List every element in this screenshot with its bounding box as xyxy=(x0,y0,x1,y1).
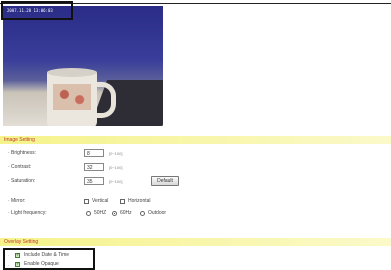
freq-outdoor-label: Outdoor xyxy=(148,210,167,216)
enable-opaque-checkbox[interactable] xyxy=(15,261,20,267)
mug-rim xyxy=(47,68,97,77)
include-datetime-label: Include Date & Time xyxy=(24,252,70,258)
image-setting-header: Image Setting xyxy=(0,136,391,144)
include-datetime-checkbox[interactable] xyxy=(15,252,20,258)
vertical-checkbox[interactable] xyxy=(84,199,89,204)
freq-50hz-label: 50HZ xyxy=(94,210,107,216)
mug-print xyxy=(53,84,91,110)
default-button[interactable]: Default xyxy=(151,176,179,186)
brightness-input[interactable]: 8 xyxy=(84,149,104,157)
horizontal-checkbox[interactable] xyxy=(120,199,125,204)
freq-60hz-radio[interactable] xyxy=(112,211,117,216)
contrast-label: · Contrast: xyxy=(8,164,32,170)
freq-50hz-radio[interactable] xyxy=(86,211,91,216)
bullet-1: · xyxy=(8,253,10,259)
contrast-input[interactable]: 32 xyxy=(84,163,104,171)
image-setting-title: Image Setting xyxy=(4,137,35,143)
brightness-label: · Brightness: xyxy=(8,150,37,156)
vertical-label: Vertical xyxy=(92,198,109,204)
overlay-setting-header: Overlay Setting xyxy=(0,238,391,246)
saturation-hint: [0~100] xyxy=(109,179,123,184)
horizontal-label: Horizontal xyxy=(128,198,151,204)
camera-preview: 2007.11.28 13:06:03 xyxy=(3,6,163,126)
freq-60hz-label: 60Hz xyxy=(120,210,132,216)
contrast-hint: [0~100] xyxy=(109,165,123,170)
overlay-setting-title: Overlay Setting xyxy=(4,239,39,245)
freq-outdoor-radio[interactable] xyxy=(140,211,145,216)
brightness-hint: [0~100] xyxy=(109,151,123,156)
saturation-label: · Saturation: xyxy=(8,178,36,184)
timestamp-highlight-box xyxy=(1,1,73,20)
bullet-2: · xyxy=(8,263,10,269)
enable-opaque-label: Enable Opaque xyxy=(24,261,59,267)
mirror-label: · Mirror: xyxy=(8,198,26,204)
light-frequency-label: · Light frequency: xyxy=(8,210,47,216)
saturation-input[interactable]: 35 xyxy=(84,177,104,185)
